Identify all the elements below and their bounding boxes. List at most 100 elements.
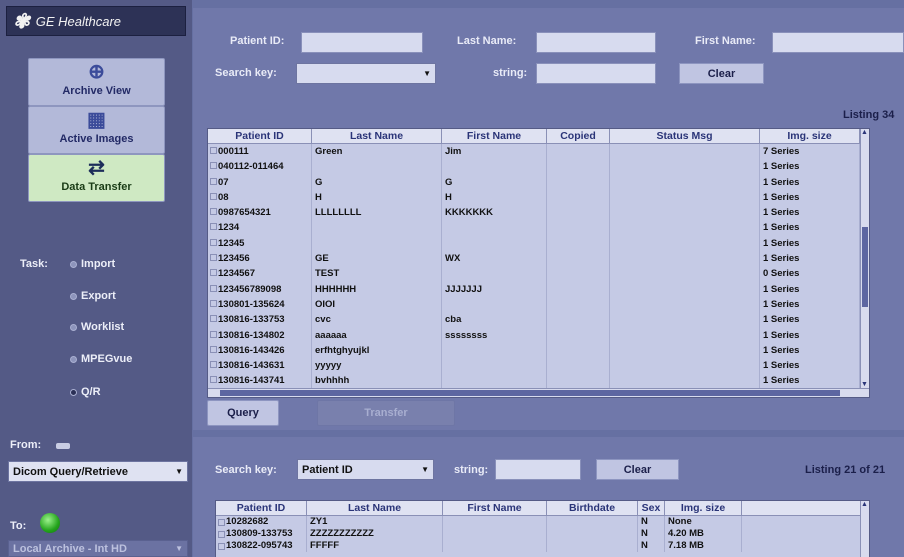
- table-cell: [547, 266, 610, 282]
- table-cell: [312, 235, 442, 252]
- patient-id-label: Patient ID:: [230, 35, 285, 47]
- table-row[interactable]: 130809-133753 ZZZZZZZZZZZ N 4.20 MB: [216, 528, 869, 540]
- task-qr-label: Q/R: [81, 386, 101, 398]
- table-cell: 123456: [208, 251, 312, 267]
- table-cell: erfhtghyujkl: [312, 342, 442, 359]
- table-row[interactable]: 123456 GE WX 1 Series: [208, 251, 869, 267]
- table-cell: [610, 312, 760, 328]
- remote-clear-button[interactable]: Clear: [596, 459, 679, 480]
- last-name-input[interactable]: [536, 32, 656, 53]
- table-row[interactable]: 12345 1 Series: [208, 235, 869, 252]
- table-cell: H: [312, 189, 442, 206]
- to-select[interactable]: Local Archive - Int HD ▼: [8, 540, 188, 557]
- results-horizontal-scroll-thumb[interactable]: [220, 390, 840, 396]
- col-first-name[interactable]: First Name: [442, 129, 547, 143]
- table-cell: G: [442, 174, 547, 190]
- table-row[interactable]: 130816-143426 erfhtghyujkl 1 Series: [208, 342, 869, 359]
- clear-button[interactable]: Clear: [679, 63, 764, 84]
- table-cell: 1 Series: [760, 373, 860, 389]
- scroll-up-icon[interactable]: ▲: [861, 129, 868, 136]
- table-cell: [547, 296, 610, 313]
- remote-panel: Search key: Patient ID ▼ string: Clear L…: [193, 437, 904, 557]
- nav-data-transfer[interactable]: ⇄ Data Transfer: [28, 154, 165, 202]
- results-horizontal-scrollbar[interactable]: [208, 388, 869, 397]
- table-row[interactable]: 08 H H 1 Series: [208, 189, 869, 206]
- col-first-name[interactable]: First Name: [443, 501, 547, 515]
- to-select-value: Local Archive - Int HD: [13, 542, 127, 555]
- query-button[interactable]: Query: [207, 400, 279, 426]
- table-cell: [442, 220, 547, 236]
- table-row[interactable]: 0987654321 LLLLLLLL KKKKKKK 1 Series: [208, 205, 869, 221]
- table-cell: WX: [442, 251, 547, 267]
- table-cell: [442, 159, 547, 175]
- patient-id-input[interactable]: [301, 32, 423, 53]
- col-status-msg[interactable]: Status Msg: [610, 129, 760, 143]
- col-birthdate[interactable]: Birthdate: [547, 501, 638, 515]
- table-row[interactable]: 130816-143631 yyyyy 1 Series: [208, 358, 869, 374]
- scroll-down-icon[interactable]: ▼: [861, 381, 868, 388]
- col-patient-id[interactable]: Patient ID: [208, 129, 312, 143]
- remote-vertical-scrollbar[interactable]: ▲: [860, 501, 869, 557]
- table-cell: [610, 205, 760, 221]
- results-vertical-scrollbar[interactable]: ▲ ▼: [860, 129, 869, 388]
- from-select-value: Dicom Query/Retrieve: [13, 465, 128, 478]
- task-worklist-radio[interactable]: Worklist: [70, 321, 124, 333]
- transfer-button[interactable]: Transfer: [317, 400, 455, 426]
- table-cell: ZZZZZZZZZZZ: [307, 528, 443, 540]
- col-img-size[interactable]: Img. size: [665, 501, 742, 515]
- table-row[interactable]: 123456789098 HHHHHH JJJJJJJ 1 Series: [208, 281, 869, 297]
- data-transfer-icon: ⇄: [88, 157, 105, 179]
- table-cell: [547, 205, 610, 221]
- col-last-name[interactable]: Last Name: [312, 129, 442, 143]
- table-cell: [610, 358, 760, 374]
- table-row[interactable]: 07 G G 1 Series: [208, 174, 869, 190]
- col-img-size[interactable]: Img. size: [760, 129, 860, 143]
- table-row[interactable]: 10282682 ZY1 N None: [216, 516, 869, 528]
- table-cell: 1 Series: [760, 159, 860, 175]
- col-sex[interactable]: Sex: [638, 501, 665, 515]
- remote-listing-count: Listing 21 of 21: [805, 464, 886, 476]
- task-import-label: Import: [81, 258, 116, 270]
- table-row[interactable]: 1234 1 Series: [208, 220, 869, 236]
- table-row[interactable]: 040112-011464 1 Series: [208, 159, 869, 175]
- table-cell: [610, 266, 760, 282]
- table-row[interactable]: 130816-133753 cvc cba 1 Series: [208, 312, 869, 328]
- col-copied[interactable]: Copied: [547, 129, 610, 143]
- col-patient-id[interactable]: Patient ID: [216, 501, 307, 515]
- table-row[interactable]: 130801-135624 OIOI 1 Series: [208, 296, 869, 313]
- nav-active-images[interactable]: ▦ Active Images: [28, 106, 165, 154]
- table-cell: [547, 159, 610, 175]
- scroll-up-icon[interactable]: ▲: [861, 501, 868, 508]
- table-row[interactable]: 1234567 TEST 0 Series: [208, 266, 869, 282]
- string-input[interactable]: [536, 63, 656, 84]
- table-cell: 1 Series: [760, 220, 860, 236]
- results-vertical-scroll-thumb[interactable]: [862, 227, 868, 307]
- table-cell: aaaaaa: [312, 327, 442, 343]
- first-name-input[interactable]: [772, 32, 904, 53]
- sidebar: ✾ GE Healthcare ⊕ Archive View ▦ Active …: [0, 0, 192, 557]
- from-select[interactable]: Dicom Query/Retrieve ▼: [8, 461, 188, 482]
- task-qr-radio[interactable]: Q/R: [70, 386, 101, 398]
- task-export-radio[interactable]: Export: [70, 290, 116, 302]
- remote-string-input[interactable]: [495, 459, 581, 480]
- table-cell: OIOI: [312, 296, 442, 313]
- table-row[interactable]: 130822-095743 FFFFF N 7.18 MB: [216, 540, 869, 552]
- radio-dot-icon: [70, 355, 77, 363]
- col-last-name[interactable]: Last Name: [307, 501, 443, 515]
- table-row[interactable]: 000111 Green Jim 7 Series: [208, 144, 869, 160]
- table-cell: 4.20 MB: [665, 528, 742, 540]
- task-import-radio[interactable]: Import: [70, 258, 115, 270]
- table-cell: [547, 312, 610, 328]
- remote-search-key-select[interactable]: Patient ID ▼: [297, 459, 434, 480]
- table-cell: 1 Series: [760, 296, 860, 313]
- table-row[interactable]: 130816-143741 bvhhhh 1 Series: [208, 373, 869, 389]
- globe-icon: ⊕: [88, 61, 105, 83]
- search-key-select[interactable]: ▼: [296, 63, 436, 84]
- ge-monogram-icon: ✾: [13, 10, 30, 33]
- string-label: string:: [493, 67, 528, 79]
- table-cell: 130816-134802: [208, 327, 312, 343]
- task-mpegvue-radio[interactable]: MPEGvue: [70, 353, 132, 365]
- nav-archive-view[interactable]: ⊕ Archive View: [28, 58, 165, 106]
- table-cell: [442, 296, 547, 313]
- table-row[interactable]: 130816-134802 aaaaaa ssssssss 1 Series: [208, 327, 869, 343]
